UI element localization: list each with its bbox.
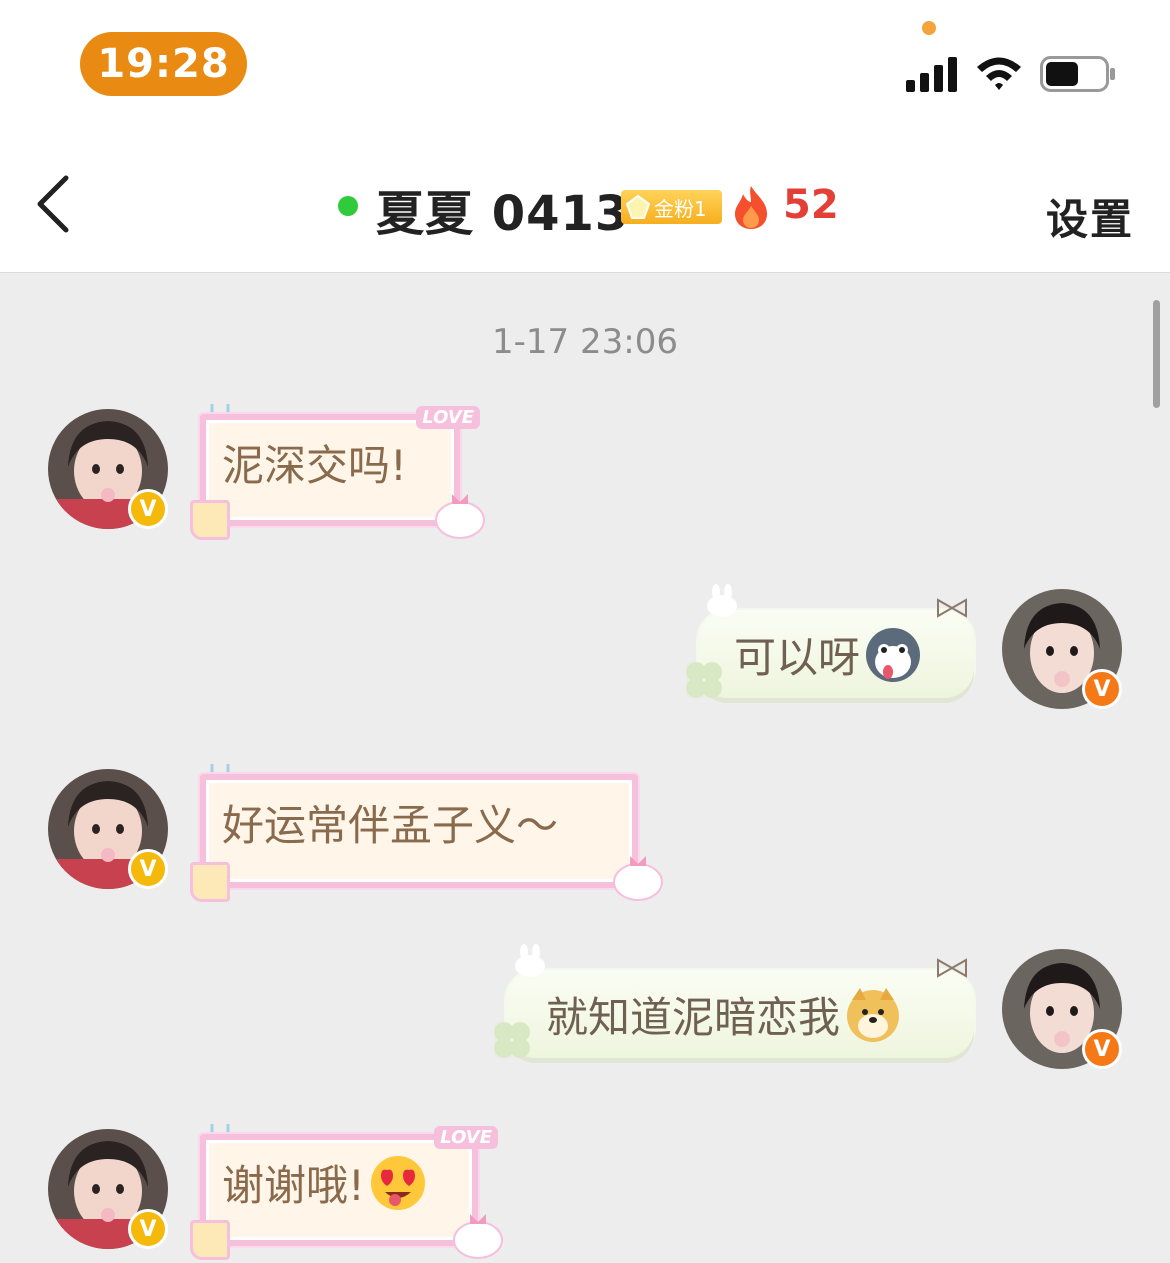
bow-decoration-icon (937, 958, 967, 978)
flame-icon (735, 186, 767, 229)
avatar-contact[interactable]: V (48, 1129, 168, 1249)
chat-title[interactable]: 夏夏 0413 (376, 174, 629, 244)
online-status-dot (338, 196, 358, 216)
status-bar: 19:28 (0, 0, 1170, 130)
status-time: 19:28 (80, 32, 247, 96)
verified-badge: V (128, 1209, 168, 1249)
avatar-contact[interactable]: V (48, 409, 168, 529)
fan-level-badge: 金粉1 (621, 190, 722, 224)
bunny-decoration-icon (435, 494, 485, 539)
message-text: 泥深交吗! (222, 441, 407, 490)
settings-button[interactable]: 设置 (1046, 186, 1134, 247)
clover-decoration-icon (686, 662, 722, 698)
message-text: 谢谢哦! (222, 1161, 365, 1210)
avatar-self[interactable]: V (1002, 949, 1122, 1069)
message-timestamp: 1-17 23:06 (492, 322, 678, 362)
avatar-contact[interactable]: V (48, 769, 168, 889)
battery-icon (1040, 56, 1115, 92)
message-bubble-outgoing[interactable]: 就知道泥暗恋我 (490, 944, 974, 1058)
wifi-icon (977, 57, 1021, 90)
scrollbar[interactable] (1153, 300, 1160, 408)
message-bubble-outgoing[interactable]: 可以呀 (682, 584, 974, 698)
fan-badge-label: 金粉1 (654, 196, 707, 221)
husky-emoji-icon (866, 627, 921, 682)
message-text: 好运常伴孟子义～ (222, 801, 559, 850)
message-text: 就知道泥暗恋我 (546, 993, 841, 1042)
intimacy-count: 52 (783, 182, 839, 228)
back-button[interactable] (28, 172, 82, 236)
doge-emoji-icon (847, 987, 900, 1042)
message-bubble-incoming[interactable]: LOVE 泥深交吗! (190, 402, 490, 540)
message-bubble-incoming[interactable]: LOVE 谢谢哦! (190, 1122, 508, 1260)
love-sticker: LOVE (434, 1126, 498, 1149)
rabbit-decoration-icon (515, 944, 545, 977)
bunny-decoration-icon (453, 1214, 503, 1259)
message-text: 可以呀 (734, 633, 861, 682)
verified-badge: V (128, 489, 168, 529)
bow-decoration-icon (937, 598, 967, 618)
bunny-decoration-icon (613, 856, 663, 901)
chat-header: 夏夏 0413 金粉1 52 设置 (0, 130, 1170, 273)
verified-badge: V (1082, 1029, 1122, 1069)
heart-eyes-emoji-icon (370, 1155, 425, 1210)
clover-decoration-icon (494, 1022, 530, 1058)
gem-icon (625, 194, 651, 219)
rabbit-decoration-icon (707, 584, 737, 617)
message-bubble-incoming[interactable]: 好运常伴孟子义～ (190, 762, 668, 902)
privacy-indicator-dot (922, 21, 936, 35)
verified-badge: V (128, 849, 168, 889)
cellular-signal-icon (906, 57, 957, 92)
avatar-self[interactable]: V (1002, 589, 1122, 709)
love-sticker: LOVE (416, 406, 480, 429)
verified-badge: V (1082, 669, 1122, 709)
